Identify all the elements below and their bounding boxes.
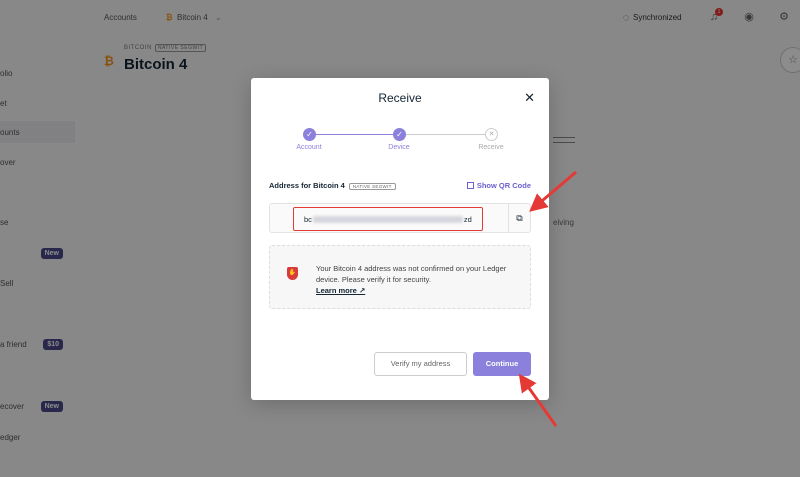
arrow-to-copy xyxy=(529,170,577,212)
annotation-arrows xyxy=(518,170,577,427)
arrow-to-continue xyxy=(518,373,558,427)
